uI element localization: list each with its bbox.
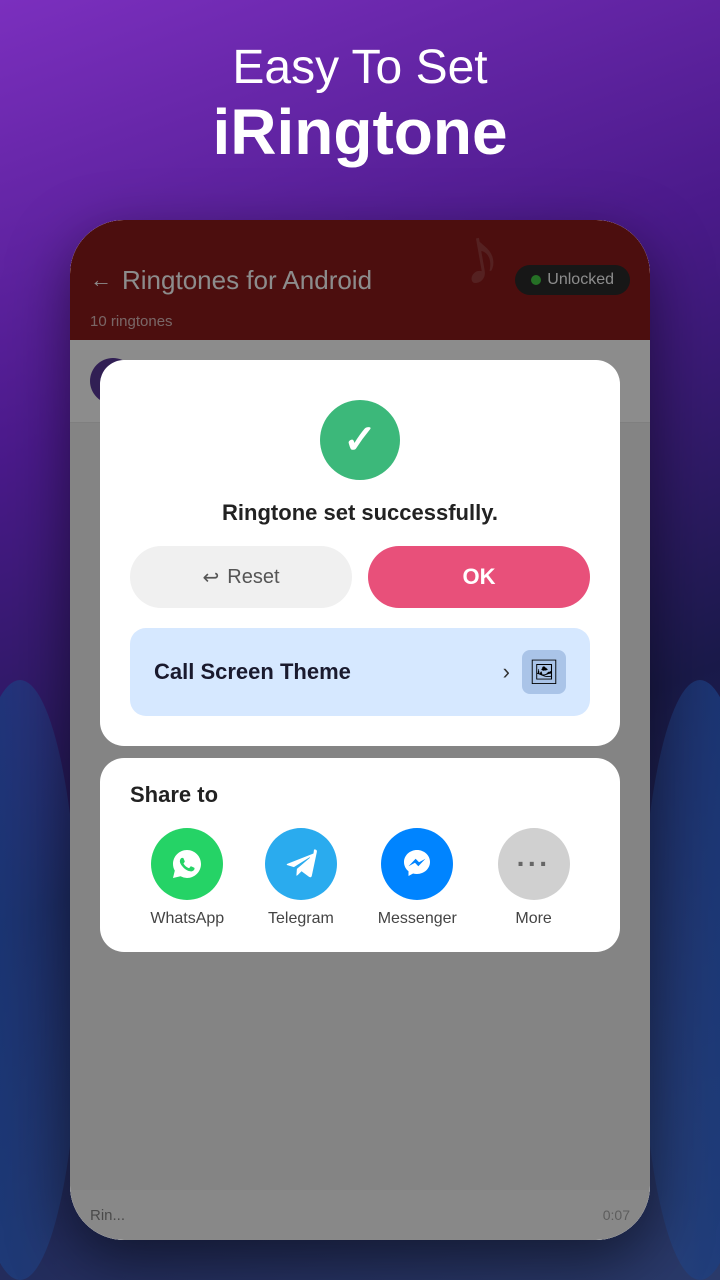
more-icon: ···	[498, 828, 570, 900]
success-checkmark-icon	[320, 400, 400, 480]
reset-button[interactable]: ↩ Reset	[130, 546, 352, 608]
share-apps-row: WhatsApp Telegram	[130, 828, 590, 928]
share-title: Share to	[130, 782, 590, 808]
chevron-right-icon: ›	[503, 659, 510, 685]
success-card: Ringtone set successfully. ↩ Reset OK Ca…	[100, 360, 620, 746]
phone-frame: ← Ringtones for Android Unlocked 10 ring…	[70, 220, 650, 1240]
share-messenger[interactable]: Messenger	[378, 828, 457, 928]
arc-left-decoration	[0, 680, 80, 1280]
call-screen-right: › 🖼	[503, 650, 566, 694]
share-card: Share to WhatsApp	[100, 758, 620, 952]
whatsapp-label: WhatsApp	[150, 910, 224, 928]
messenger-icon	[381, 828, 453, 900]
top-header: Easy To Set iRingtone	[0, 0, 720, 169]
ok-button[interactable]: OK	[368, 546, 590, 608]
telegram-label: Telegram	[268, 910, 334, 928]
call-screen-label: Call Screen Theme	[154, 659, 351, 685]
messenger-label: Messenger	[378, 910, 457, 928]
telegram-icon	[265, 828, 337, 900]
call-screen-theme-button[interactable]: Call Screen Theme › 🖼	[130, 628, 590, 716]
share-telegram[interactable]: Telegram	[265, 828, 337, 928]
action-buttons: ↩ Reset OK	[130, 546, 590, 608]
success-message: Ringtone set successfully.	[222, 500, 498, 526]
call-screen-theme-icon: 🖼	[522, 650, 566, 694]
arc-right-decoration	[640, 680, 720, 1280]
whatsapp-icon	[151, 828, 223, 900]
share-more[interactable]: ··· More	[498, 828, 570, 928]
reset-arrow-icon: ↩	[202, 565, 219, 590]
share-whatsapp[interactable]: WhatsApp	[150, 828, 224, 928]
more-label: More	[515, 910, 551, 928]
app-name-title: iRingtone	[0, 95, 720, 169]
modal-overlay: Ringtone set successfully. ↩ Reset OK Ca…	[70, 220, 650, 1240]
easy-label: Easy To Set	[0, 40, 720, 95]
phone-screen: ← Ringtones for Android Unlocked 10 ring…	[70, 220, 650, 1240]
